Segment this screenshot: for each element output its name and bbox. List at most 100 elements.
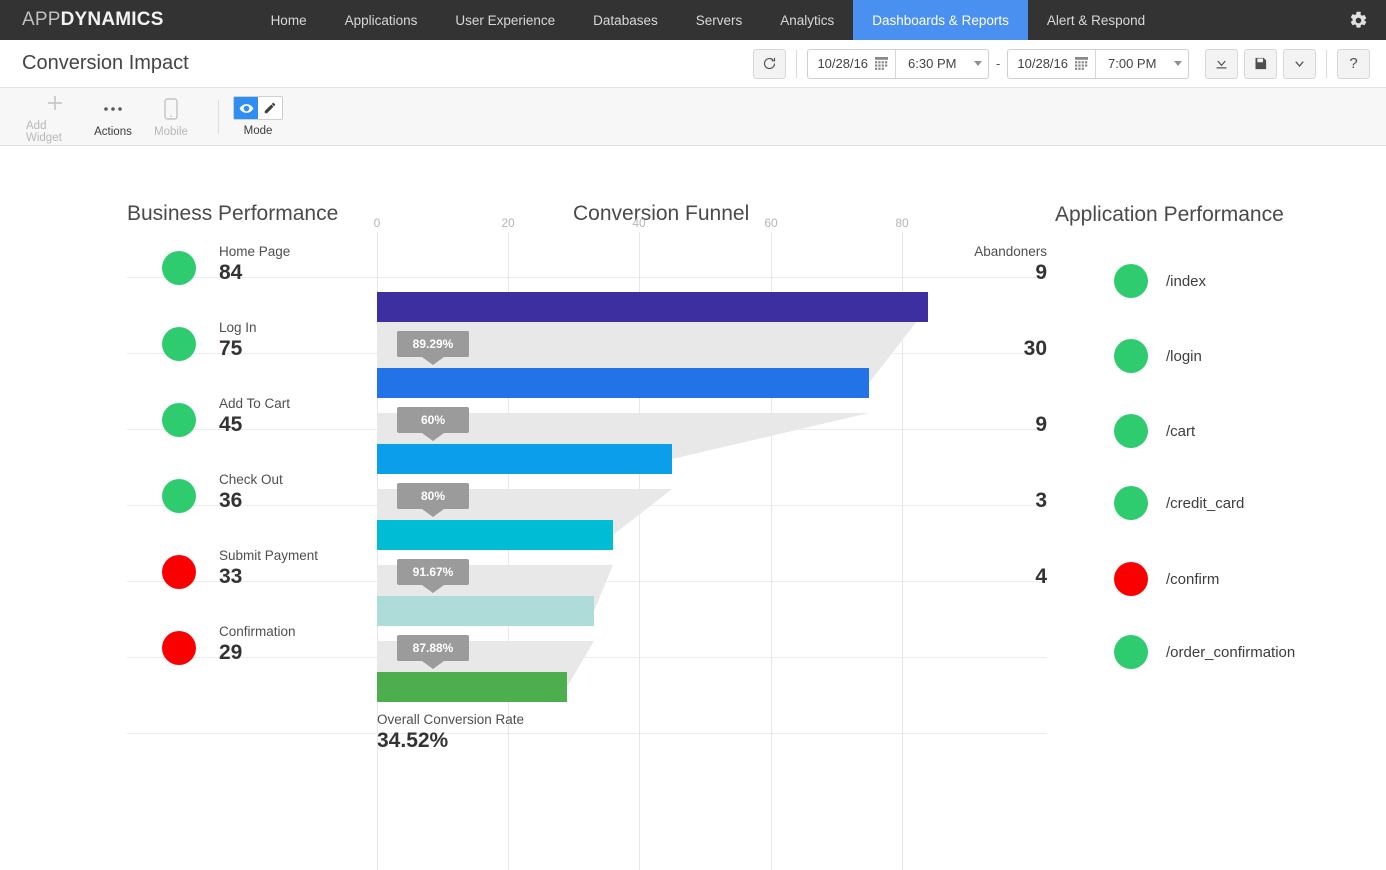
end-date-input[interactable]: 10/28/16 bbox=[1008, 50, 1095, 78]
logo-text-light: APP bbox=[22, 9, 61, 31]
application-performance-item[interactable]: /credit_card bbox=[1114, 486, 1244, 520]
mode-edit-button[interactable] bbox=[258, 97, 282, 119]
funnel-bar-submit-payment[interactable] bbox=[377, 596, 594, 626]
mobile-button[interactable]: Mobile bbox=[142, 88, 200, 145]
application-performance-item[interactable]: /order_confirmation bbox=[1114, 635, 1295, 669]
add-widget-label: Add Widget bbox=[26, 120, 84, 144]
end-time-select[interactable]: 7:00 PM bbox=[1096, 50, 1188, 78]
save-icon bbox=[1253, 56, 1268, 71]
application-name: /cart bbox=[1166, 423, 1195, 440]
nav-item-servers[interactable]: Servers bbox=[677, 0, 762, 40]
overall-conversion-rate-value: 34.52% bbox=[377, 729, 448, 753]
dashboard-title-bar: Conversion Impact 10/28/16 bbox=[0, 40, 1386, 88]
metric-value: 45 bbox=[219, 413, 242, 437]
nav-item-databases[interactable]: Databases bbox=[574, 0, 677, 40]
row-divider bbox=[127, 733, 1047, 734]
chevron-down-icon bbox=[974, 61, 982, 66]
x-axis-tick-0: 0 bbox=[374, 216, 381, 230]
application-performance-item[interactable]: /cart bbox=[1114, 414, 1195, 448]
mode-view-button[interactable] bbox=[234, 97, 258, 119]
settings-button[interactable] bbox=[1349, 0, 1368, 40]
conversion-rate-badge: 89.29% bbox=[397, 331, 469, 357]
funnel-bar-add-to-cart[interactable] bbox=[377, 444, 672, 474]
start-datetime-group: 10/28/16 bbox=[807, 49, 989, 79]
nav-item-home[interactable]: Home bbox=[252, 0, 326, 40]
appdynamics-logo[interactable]: APPDYNAMICS bbox=[0, 0, 164, 40]
calendar-glyph bbox=[1075, 57, 1088, 70]
status-indicator-dot bbox=[1114, 414, 1148, 448]
refresh-icon bbox=[762, 56, 777, 71]
nav-item-analytics[interactable]: Analytics bbox=[761, 0, 853, 40]
metric-name: Submit Payment bbox=[219, 548, 318, 563]
mode-label: Mode bbox=[244, 125, 273, 137]
x-axis-tick-80: 80 bbox=[895, 216, 908, 230]
overall-conversion-rate-label: Overall Conversion Rate bbox=[377, 712, 524, 727]
actions-button[interactable]: Actions bbox=[84, 88, 142, 145]
start-time-value: 6:30 PM bbox=[908, 56, 956, 71]
start-date-input[interactable]: 10/28/16 bbox=[808, 50, 895, 78]
mode-buttons bbox=[233, 96, 283, 120]
ellipsis-icon bbox=[102, 96, 124, 122]
funnel-bar-home-page[interactable] bbox=[377, 292, 928, 322]
metric-name: Home Page bbox=[219, 244, 290, 259]
ellipsis-glyph bbox=[102, 105, 124, 113]
mode-toggle-group: Mode bbox=[233, 96, 283, 137]
nav-item-applications[interactable]: Applications bbox=[326, 0, 437, 40]
mobile-label: Mobile bbox=[154, 126, 188, 138]
abandoners-value: 4 bbox=[847, 565, 1047, 589]
save-button[interactable] bbox=[1244, 49, 1277, 79]
mobile-glyph bbox=[164, 98, 178, 120]
conversion-rate-badge: 91.67% bbox=[397, 559, 469, 585]
refresh-button[interactable] bbox=[753, 49, 786, 79]
abandoners-value: 9 bbox=[847, 261, 1047, 285]
toolbar-divider-3 bbox=[218, 100, 219, 134]
nav-item-alert-and-respond[interactable]: Alert & Respond bbox=[1028, 0, 1164, 40]
help-button[interactable]: ? bbox=[1337, 49, 1370, 79]
metric-name: Confirmation bbox=[219, 624, 296, 639]
page-title: Conversion Impact bbox=[0, 52, 189, 75]
plus-glyph bbox=[45, 93, 65, 113]
nav-item-dashboards-and-reports[interactable]: Dashboards & Reports bbox=[853, 0, 1028, 40]
abandoners-value: 9 bbox=[847, 413, 1047, 437]
abandoners-value: 3 bbox=[847, 489, 1047, 513]
logo-text-bold: DYNAMICS bbox=[61, 9, 164, 31]
metric-name: Add To Cart bbox=[219, 396, 290, 411]
end-time-value: 7:00 PM bbox=[1108, 56, 1156, 71]
export-button[interactable] bbox=[1205, 49, 1238, 79]
funnel-bar-check-out[interactable] bbox=[377, 520, 613, 550]
gear-icon bbox=[1349, 11, 1368, 30]
application-performance-title: Application Performance bbox=[1055, 203, 1284, 227]
end-date-value: 10/28/16 bbox=[1017, 56, 1068, 71]
funnel-bar-confirmation[interactable] bbox=[377, 672, 567, 702]
application-name: /order_confirmation bbox=[1166, 644, 1295, 661]
mobile-icon bbox=[164, 96, 178, 122]
actions-label: Actions bbox=[94, 126, 132, 138]
metric-value: 75 bbox=[219, 337, 242, 361]
status-indicator-dot bbox=[162, 631, 196, 665]
status-indicator-dot bbox=[1114, 486, 1148, 520]
add-widget-button[interactable]: Add Widget bbox=[26, 88, 84, 145]
start-date-value: 10/28/16 bbox=[817, 56, 868, 71]
more-options-button[interactable] bbox=[1283, 49, 1316, 79]
help-icon: ? bbox=[1349, 55, 1357, 72]
business-performance-title: Business Performance bbox=[127, 202, 338, 226]
start-time-select[interactable]: 6:30 PM bbox=[896, 50, 988, 78]
funnel-bar-log-in[interactable] bbox=[377, 368, 869, 398]
calendar-glyph bbox=[875, 57, 888, 70]
application-performance-item[interactable]: /index bbox=[1114, 264, 1206, 298]
application-name: /confirm bbox=[1166, 571, 1219, 588]
conversion-funnel-title: Conversion Funnel bbox=[573, 202, 749, 226]
status-indicator-dot bbox=[1114, 264, 1148, 298]
x-axis-tick-40: 40 bbox=[632, 216, 645, 230]
status-indicator-dot bbox=[162, 555, 196, 589]
nav-item-user-experience[interactable]: User Experience bbox=[436, 0, 574, 40]
export-icon bbox=[1214, 56, 1229, 71]
application-performance-item[interactable]: /login bbox=[1114, 339, 1202, 373]
metric-name: Log In bbox=[219, 320, 257, 335]
toolbar-divider-1 bbox=[796, 50, 797, 78]
metric-value: 36 bbox=[219, 489, 242, 513]
application-performance-item[interactable]: /confirm bbox=[1114, 562, 1219, 596]
chevron-down-icon bbox=[1292, 56, 1307, 71]
x-axis-tick-60: 60 bbox=[764, 216, 777, 230]
end-datetime-group: 10/28/16 bbox=[1007, 49, 1189, 79]
